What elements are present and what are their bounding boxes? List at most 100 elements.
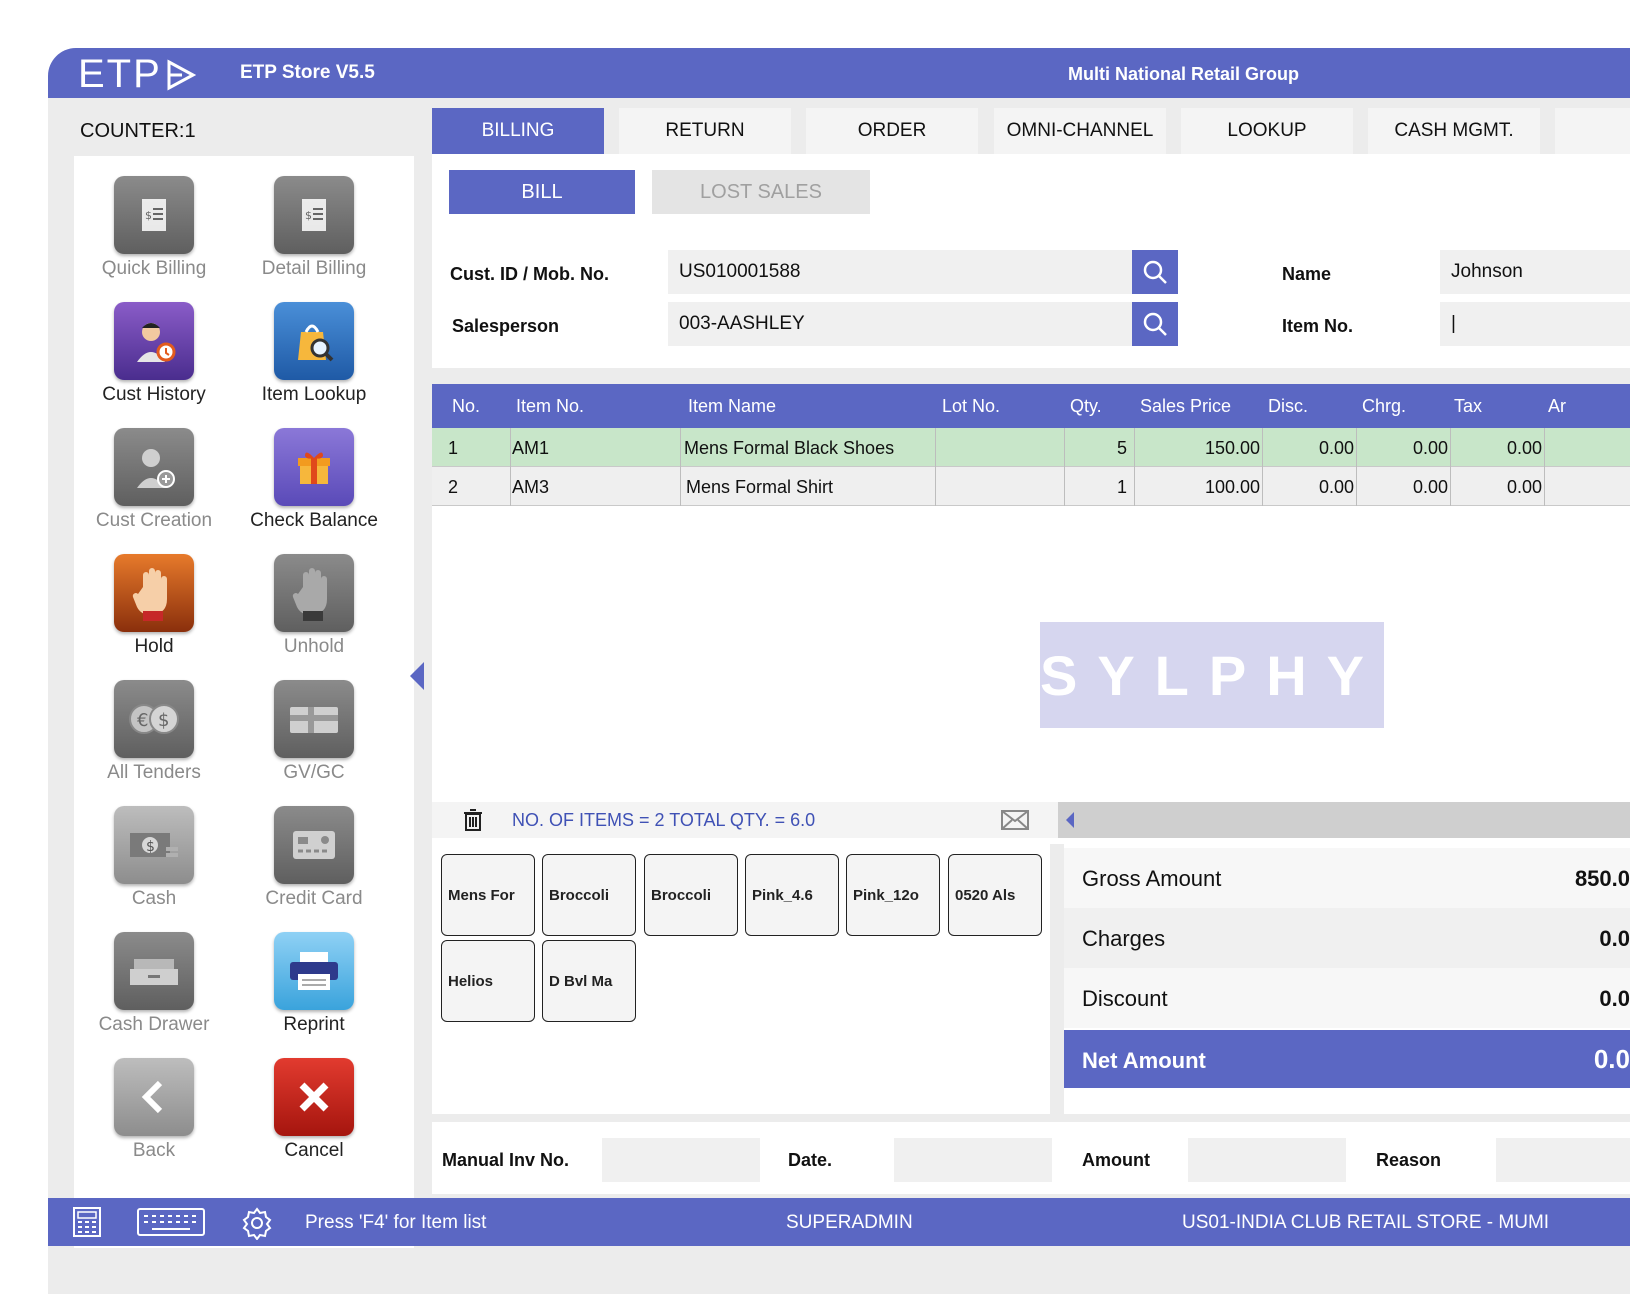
back-button[interactable]: Back xyxy=(74,1058,234,1178)
logo-text: ETP xyxy=(78,52,162,96)
cust-creation-button[interactable]: Cust Creation xyxy=(74,428,234,548)
salesperson-search-button[interactable] xyxy=(1132,302,1178,346)
quick-item-button[interactable]: 0520 Als xyxy=(948,854,1042,936)
col-sales-price[interactable]: Sales Price xyxy=(1140,396,1231,417)
manual-inv-input[interactable] xyxy=(602,1138,760,1182)
cell-separator xyxy=(510,428,511,467)
salesperson-label: Salesperson xyxy=(452,316,560,336)
salesperson-input[interactable]: 003-AASHLEY xyxy=(668,302,1134,346)
sidebar-label: Detail Billing xyxy=(261,258,367,279)
sidebar-label: Cancel xyxy=(284,1140,344,1161)
collapse-sidebar-icon[interactable] xyxy=(410,662,424,690)
cell-separator xyxy=(1134,428,1135,467)
scroll-left-icon[interactable] xyxy=(1066,812,1074,828)
horizontal-scrollbar[interactable] xyxy=(1058,802,1630,838)
tab-more[interactable] xyxy=(1555,108,1630,154)
unhold-button[interactable]: Unhold xyxy=(234,554,394,674)
cell-chrg: 0.00 xyxy=(1412,477,1448,497)
sidebar-label: Quick Billing xyxy=(101,258,207,279)
col-qty[interactable]: Qty. xyxy=(1070,396,1102,417)
svg-text:€: € xyxy=(137,710,148,731)
sidebar-label: Cash xyxy=(131,888,177,909)
col-chrg[interactable]: Chrg. xyxy=(1362,396,1406,417)
reprint-button[interactable]: Reprint xyxy=(234,932,394,1052)
cash-button[interactable]: $ Cash xyxy=(74,806,234,926)
col-tax[interactable]: Tax xyxy=(1454,396,1482,417)
date-input[interactable] xyxy=(894,1138,1052,1182)
cell-disc: 0.00 xyxy=(1318,438,1354,458)
cell-chrg: 0.00 xyxy=(1412,438,1448,458)
tab-cash-mgmt[interactable]: CASH MGMT. xyxy=(1368,108,1540,154)
tab-order[interactable]: ORDER xyxy=(806,108,978,154)
currency-icon: € $ xyxy=(114,680,194,758)
quick-billing-button[interactable]: $ Quick Billing xyxy=(74,176,234,296)
function-sidebar: $ Quick Billing $ Detail Billing Cust Hi… xyxy=(74,156,414,1248)
calculator-icon[interactable] xyxy=(72,1206,102,1238)
cell-separator xyxy=(1356,428,1357,467)
mail-icon[interactable] xyxy=(1000,808,1030,832)
col-item-no[interactable]: Item No. xyxy=(516,396,584,417)
credit-card-button[interactable]: Credit Card xyxy=(234,806,394,926)
quick-item-button[interactable]: Pink_12o xyxy=(846,854,940,936)
col-no[interactable]: No. xyxy=(452,396,480,417)
cash-drawer-button[interactable]: Cash Drawer xyxy=(74,932,234,1052)
cell-item-no: AM3 xyxy=(512,477,550,497)
tab-bill[interactable]: BILL xyxy=(449,170,635,214)
cell-separator xyxy=(935,428,936,467)
table-row[interactable]: 1 AM1 Mens Formal Black Shoes 5 150.00 0… xyxy=(432,428,1630,467)
col-disc[interactable]: Disc. xyxy=(1268,396,1308,417)
cell-price: 150.00 xyxy=(1204,438,1260,458)
pos-window: ETP ETP Store V5.5 Multi National Retail… xyxy=(48,48,1630,1294)
detail-billing-button[interactable]: $ Detail Billing xyxy=(234,176,394,296)
item-lookup-button[interactable]: Item Lookup xyxy=(234,302,394,422)
tab-billing[interactable]: BILLING xyxy=(432,108,604,154)
amount-input[interactable] xyxy=(1188,1138,1346,1182)
tab-omni-channel[interactable]: OMNI-CHANNEL xyxy=(994,108,1166,154)
cust-search-button[interactable] xyxy=(1132,250,1178,294)
cell-qty: 1 xyxy=(1116,477,1127,497)
cell-separator xyxy=(1544,467,1545,506)
quick-item-button[interactable]: Broccoli xyxy=(542,854,636,936)
all-tenders-button[interactable]: € $ All Tenders xyxy=(74,680,234,800)
cell-no: 1 xyxy=(448,438,459,458)
search-icon xyxy=(1143,260,1167,284)
tab-lost-sales[interactable]: LOST SALES xyxy=(652,170,870,214)
sidebar-label: Unhold xyxy=(283,636,345,657)
sidebar-label: GV/GC xyxy=(283,762,345,783)
quick-item-button[interactable]: Broccoli xyxy=(644,854,738,936)
cancel-button[interactable]: Cancel xyxy=(234,1058,394,1178)
sidebar-label: Back xyxy=(132,1140,176,1161)
table-row[interactable]: 2 AM3 Mens Formal Shirt 1 100.00 0.00 0.… xyxy=(432,467,1630,506)
item-no-input[interactable]: | xyxy=(1440,302,1630,346)
cell-separator xyxy=(1262,428,1263,467)
trash-icon[interactable] xyxy=(462,808,484,832)
hold-button[interactable]: Hold xyxy=(74,554,234,674)
items-grid: No. Item No. Item Name Lot No. Qty. Sale… xyxy=(432,384,1630,506)
quick-item-button[interactable]: D Bvl Ma xyxy=(542,940,636,1022)
gear-icon[interactable] xyxy=(240,1206,274,1240)
quick-item-button[interactable]: Pink_4.6 xyxy=(745,854,839,936)
reason-input[interactable] xyxy=(1496,1138,1630,1182)
tab-return[interactable]: RETURN xyxy=(619,108,791,154)
sidebar-label: Item Lookup xyxy=(261,384,367,405)
quick-item-button[interactable]: Mens For xyxy=(441,854,535,936)
sidebar-label: Check Balance xyxy=(250,510,378,531)
cell-separator xyxy=(935,467,936,506)
col-amount[interactable]: Ar xyxy=(1548,396,1566,417)
cust-history-button[interactable]: Cust History xyxy=(74,302,234,422)
chevron-left-icon xyxy=(114,1058,194,1136)
keyboard-icon[interactable] xyxy=(136,1206,206,1238)
col-item-name[interactable]: Item Name xyxy=(688,396,776,417)
gv-gc-button[interactable]: GV/GC xyxy=(234,680,394,800)
name-field[interactable]: Johnson xyxy=(1440,250,1630,294)
cust-id-input[interactable]: US010001588 xyxy=(668,250,1134,294)
col-lot-no[interactable]: Lot No. xyxy=(942,396,1000,417)
svg-text:$: $ xyxy=(305,209,312,222)
receipt-icon: $ xyxy=(114,176,194,254)
sidebar-label: Cust Creation xyxy=(95,510,213,531)
cell-item-no: AM1 xyxy=(512,438,550,458)
gift-card-icon xyxy=(274,680,354,758)
check-balance-button[interactable]: Check Balance xyxy=(234,428,394,548)
tab-lookup[interactable]: LOOKUP xyxy=(1181,108,1353,154)
quick-item-button[interactable]: Helios xyxy=(441,940,535,1022)
